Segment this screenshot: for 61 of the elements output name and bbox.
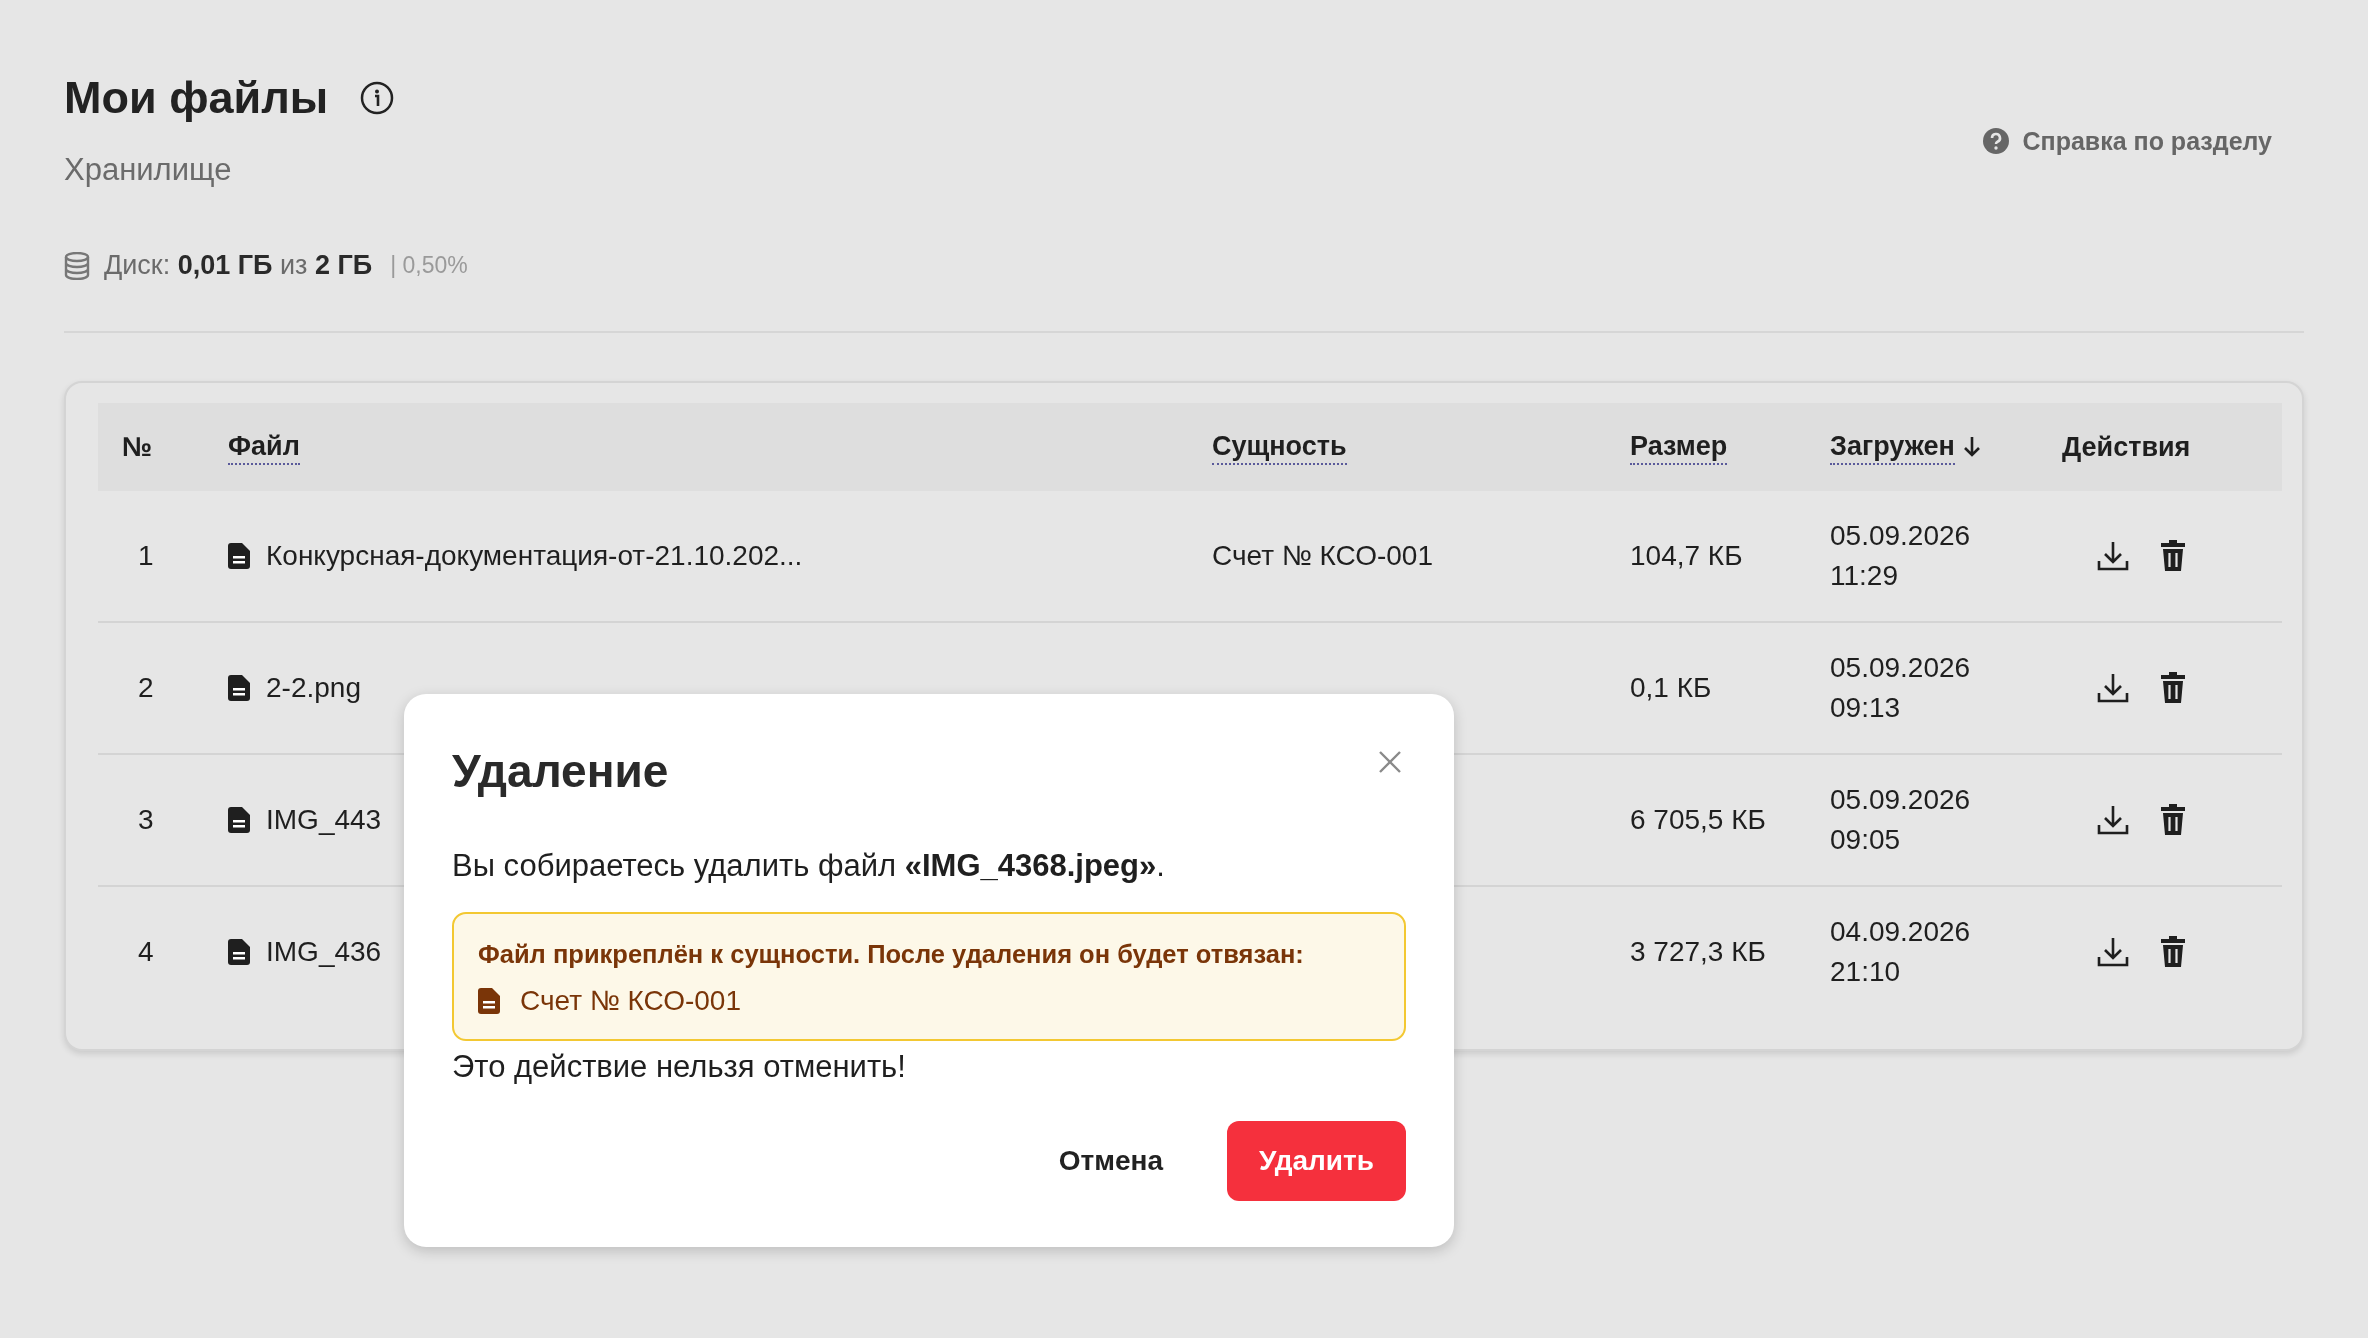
delete-button[interactable] [2160, 539, 2186, 573]
document-icon [478, 988, 500, 1014]
page-title: Мои файлы [64, 72, 329, 124]
database-icon [64, 251, 90, 280]
entity-name: Счет № КСО-001 [1212, 540, 1433, 571]
disk-percent: | 0,50% [390, 252, 468, 279]
file-name[interactable]: IMG_436 [266, 932, 382, 972]
column-header[interactable]: Размер [1630, 429, 1728, 465]
column-header: № [122, 431, 153, 464]
column-header[interactable]: Сущность [1212, 429, 1347, 465]
trash-icon [2160, 803, 2186, 837]
download-button[interactable] [2096, 539, 2130, 573]
upload-date: 05.09.2026 09:05 [1830, 784, 1971, 855]
info-icon[interactable] [360, 81, 395, 115]
column-header: Действия [2062, 431, 2191, 464]
upload-date: 05.09.2026 11:29 [1830, 520, 1971, 591]
help-icon [1982, 127, 2011, 155]
warning-text: Файл прикреплён к сущности. После удаления он будет отвязан: [478, 940, 1305, 969]
file-size: 6 705,5 КБ [1630, 804, 1766, 835]
trash-icon [2160, 671, 2186, 705]
column-header[interactable]: Загружен [1830, 429, 1955, 465]
entity-link[interactable]: Счет № КСО-001 [520, 985, 741, 1017]
help-link[interactable]: Справка по разделу [1982, 94, 2272, 188]
download-button[interactable] [2096, 671, 2130, 705]
delete-confirm-button[interactable]: Удалить [1227, 1121, 1406, 1201]
delete-button[interactable] [2160, 803, 2186, 837]
trash-icon [2160, 539, 2186, 573]
trash-icon [2160, 935, 2186, 969]
document-icon [228, 675, 250, 701]
document-icon [228, 807, 250, 833]
upload-date: 05.09.2026 09:13 [1830, 652, 1971, 723]
file-name[interactable]: Конкурсная-документация-от-21.10.202... [266, 536, 803, 576]
download-icon [2096, 539, 2130, 573]
row-number: 2 [138, 672, 154, 703]
document-icon [228, 543, 250, 569]
delete-button[interactable] [2160, 671, 2186, 705]
disk-usage: Диск: 0,01 ГБ из 2 ГБ [104, 250, 373, 281]
delete-button[interactable] [2160, 935, 2186, 969]
column-header[interactable]: Файл [228, 429, 300, 465]
download-icon [2096, 935, 2130, 969]
row-number: 4 [138, 936, 154, 967]
page-subtitle: Хранилище [64, 152, 233, 188]
file-name[interactable]: 2-2.png [266, 668, 361, 708]
file-name[interactable]: IMG_443 [266, 800, 382, 840]
download-button[interactable] [2096, 803, 2130, 837]
close-icon [1378, 750, 1402, 774]
document-icon [228, 939, 250, 965]
file-size: 0,1 КБ [1630, 672, 1712, 703]
cancel-button[interactable]: Отмена [1026, 1121, 1196, 1201]
download-icon [2096, 803, 2130, 837]
download-icon [2096, 671, 2130, 705]
file-size: 104,7 КБ [1630, 540, 1743, 571]
dialog-note: Это действие нельзя отменить! [452, 1049, 907, 1085]
upload-date: 04.09.2026 21:10 [1830, 916, 1971, 987]
row-number: 1 [138, 540, 154, 571]
download-button[interactable] [2096, 935, 2130, 969]
sort-arrow-icon[interactable] [1962, 436, 1981, 458]
row-number: 3 [138, 804, 154, 835]
dialog-title: Удаление [452, 744, 669, 798]
file-size: 3 727,3 КБ [1630, 936, 1766, 967]
dialog-message: Вы собираетесь удалить файл «IMG_4368.jpeg». [452, 848, 1166, 884]
